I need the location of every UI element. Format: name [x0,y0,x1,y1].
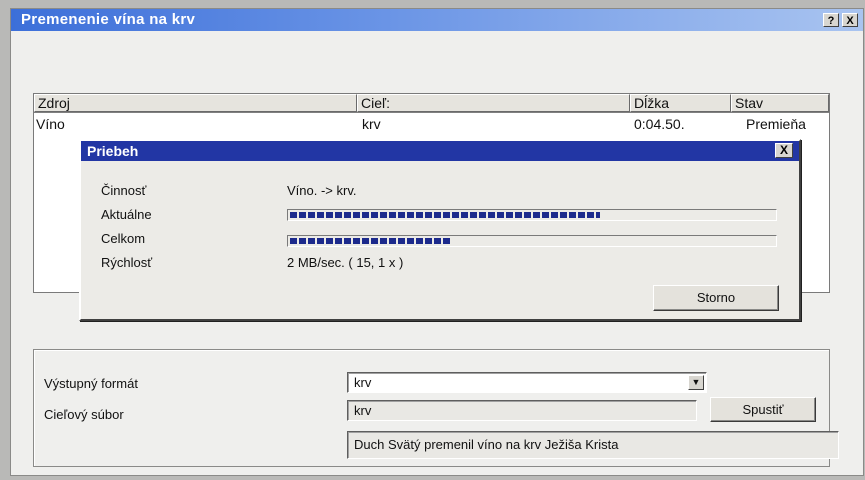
current-progress-fill [290,212,600,218]
cancel-button[interactable]: Storno [653,285,779,311]
close-button[interactable]: X [842,13,858,27]
speed-value: 2 MB/sec. ( 15, 1 x ) [287,255,404,270]
activity-value: Víno. -> krv. [287,183,357,198]
format-select-value: krv [354,375,372,390]
cell-dlzka: 0:04.50. [634,116,685,132]
target-file-field[interactable]: krv [347,400,697,421]
column-header-ciel[interactable]: Cieľ: [357,94,630,112]
format-select[interactable]: krv ▼ [347,372,707,393]
column-header-zdroj[interactable]: Zdroj [34,94,357,112]
current-progress-bar [287,209,777,221]
status-field: Duch Svätý premenil víno na krv Ježiša K… [347,431,839,459]
activity-label: Činnosť [101,183,147,198]
main-window: Premenenie vína na krv ? X Zdroj Cieľ: D… [10,8,864,476]
window-title: Premenenie vína na krv [21,11,196,28]
output-settings-group: Výstupný formát krv ▼ Cieľový súbor krv … [33,349,839,467]
column-header-stav[interactable]: Stav [731,94,829,112]
total-label: Celkom [101,231,146,246]
dialog-title: Priebeh [87,143,139,159]
dialog-titlebar[interactable]: Priebeh X [81,141,799,161]
total-progress-fill [290,238,450,244]
cell-zdroj: Víno [36,116,65,132]
window-titlebar[interactable]: Premenenie vína na krv ? X [11,9,863,31]
cell-ciel: krv [362,116,381,132]
format-label: Výstupný formát [44,376,138,391]
start-button[interactable]: Spustiť [710,397,816,422]
chevron-down-icon[interactable]: ▼ [688,375,704,390]
speed-label: Rýchlosť [101,255,153,270]
target-file-label: Cieľový súbor [44,407,124,422]
cell-stav: Premieňa [746,116,806,132]
total-progress-bar [287,235,777,247]
current-label: Aktuálne [101,207,152,222]
help-button[interactable]: ? [823,13,839,27]
list-header: Zdroj Cieľ: Dĺžka Stav [34,94,829,113]
progress-dialog: Priebeh X Činnosť Víno. -> krv. Aktuálne… [79,139,801,321]
column-header-dlzka[interactable]: Dĺžka [630,94,731,112]
dialog-close-button[interactable]: X [775,143,793,158]
